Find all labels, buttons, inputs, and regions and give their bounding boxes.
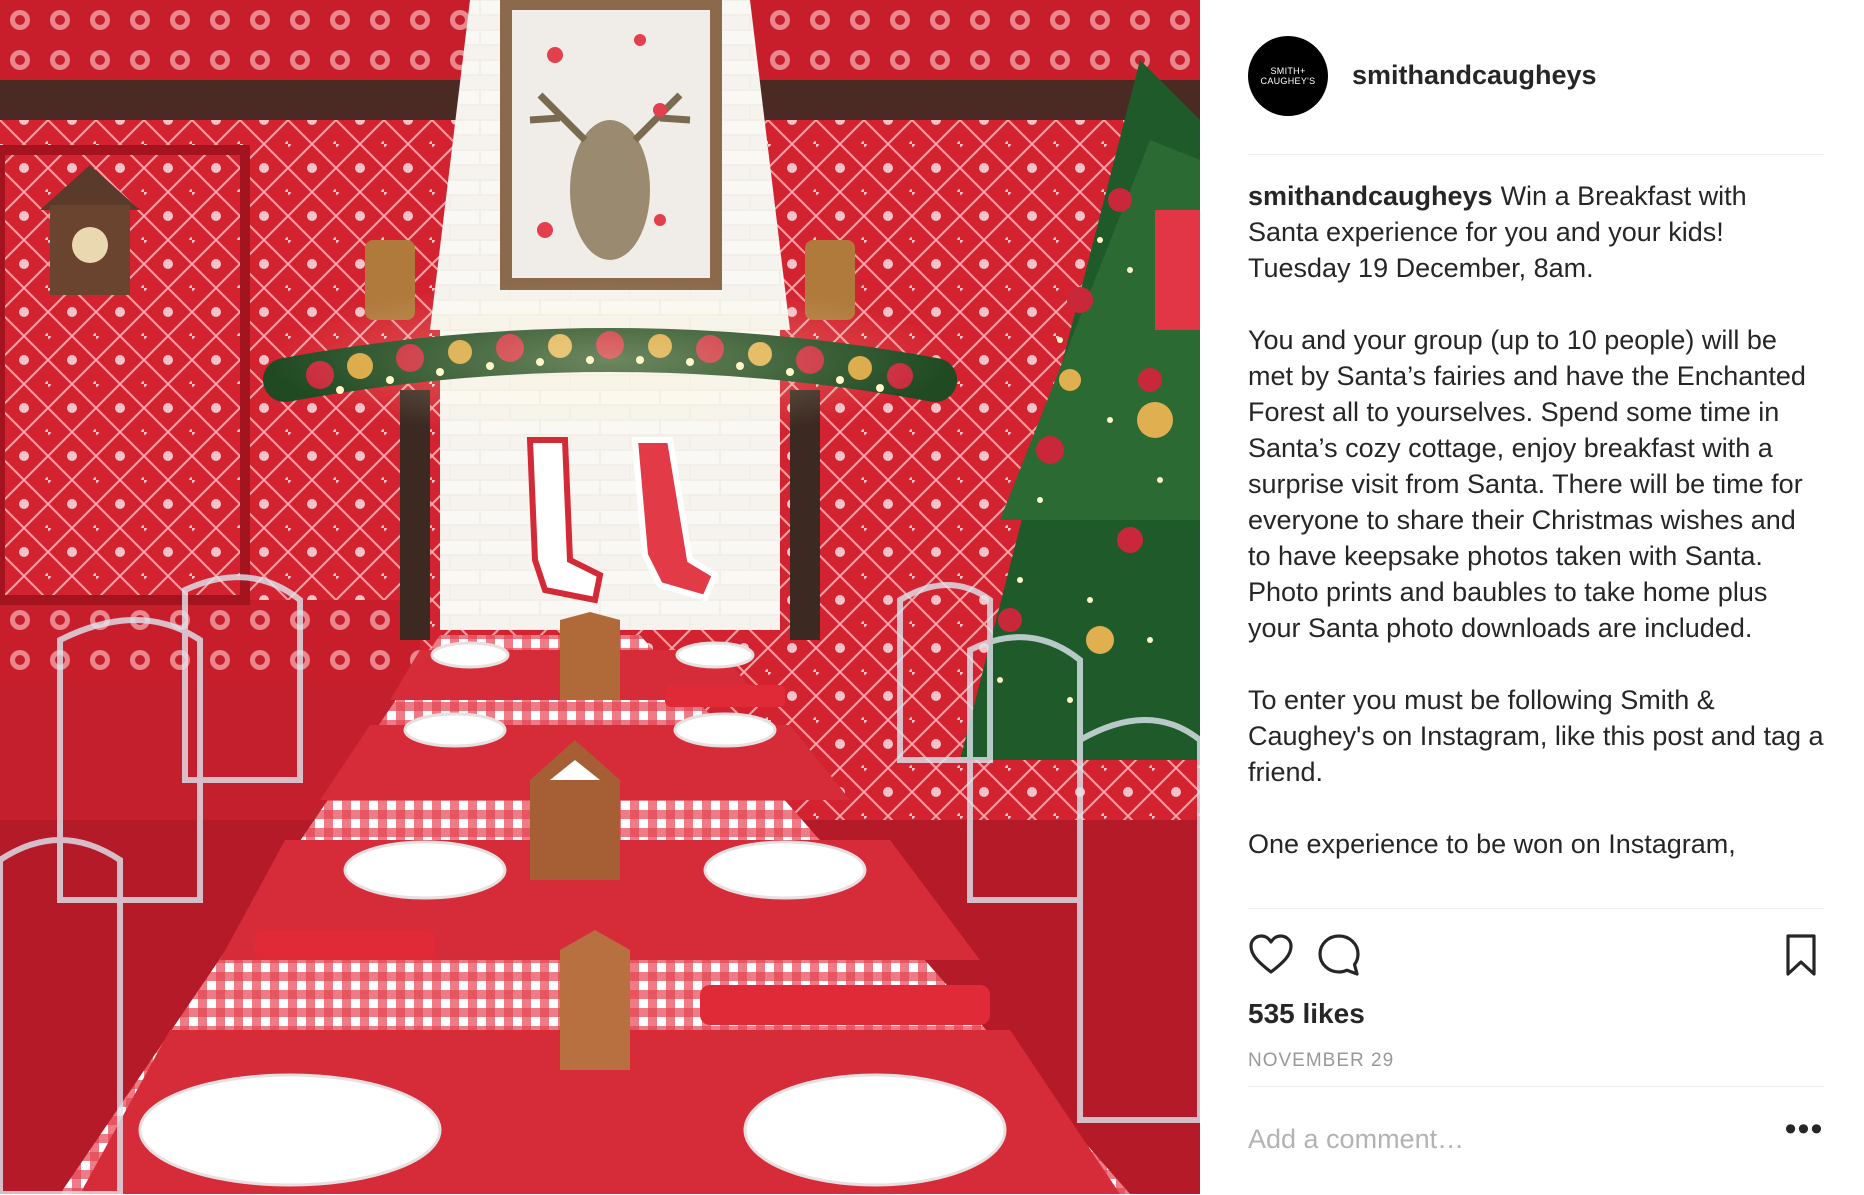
- caption-paragraph-1: smithandcaugheys Win a Breakfast with San…: [1248, 178, 1824, 286]
- action-bar: [1248, 932, 1824, 978]
- post-date: NOVEMBER 29: [1248, 1050, 1395, 1071]
- likes-count[interactable]: 535 likes: [1248, 998, 1365, 1030]
- speech-bubble-icon[interactable]: [1316, 932, 1362, 978]
- header-username-link[interactable]: smithandcaugheys: [1352, 60, 1597, 91]
- instagram-post: SMITH+ CAUGHEY'S smithandcaugheys smitha…: [0, 0, 1864, 1194]
- comment-bar: •••: [1248, 1086, 1824, 1195]
- avatar-text-line1: SMITH+: [1270, 66, 1306, 76]
- caption-username-link[interactable]: smithandcaugheys: [1248, 181, 1493, 211]
- caption-paragraph-2: You and your group (up to 10 people) wil…: [1248, 325, 1806, 643]
- avatar-text-line2: CAUGHEY'S: [1260, 76, 1316, 86]
- comment-input[interactable]: [1248, 1117, 1728, 1161]
- divider: [1248, 908, 1824, 909]
- caption-paragraph-4: One experience to be won on Instagram,: [1248, 829, 1736, 859]
- bookmark-icon[interactable]: [1778, 932, 1824, 978]
- christmas-dining-room-image: [0, 0, 1200, 1194]
- caption: smithandcaugheys Win a Breakfast with San…: [1248, 178, 1824, 908]
- post-photo[interactable]: [0, 0, 1200, 1194]
- more-options-button[interactable]: •••: [1784, 1112, 1824, 1157]
- avatar[interactable]: SMITH+ CAUGHEY'S: [1248, 36, 1328, 116]
- post-header: SMITH+ CAUGHEY'S smithandcaugheys: [1248, 36, 1824, 155]
- heart-outline-icon[interactable]: [1248, 932, 1294, 978]
- post-sidebar: SMITH+ CAUGHEY'S smithandcaugheys smitha…: [1200, 0, 1864, 1194]
- caption-paragraph-3: To enter you must be following Smith & C…: [1248, 685, 1824, 787]
